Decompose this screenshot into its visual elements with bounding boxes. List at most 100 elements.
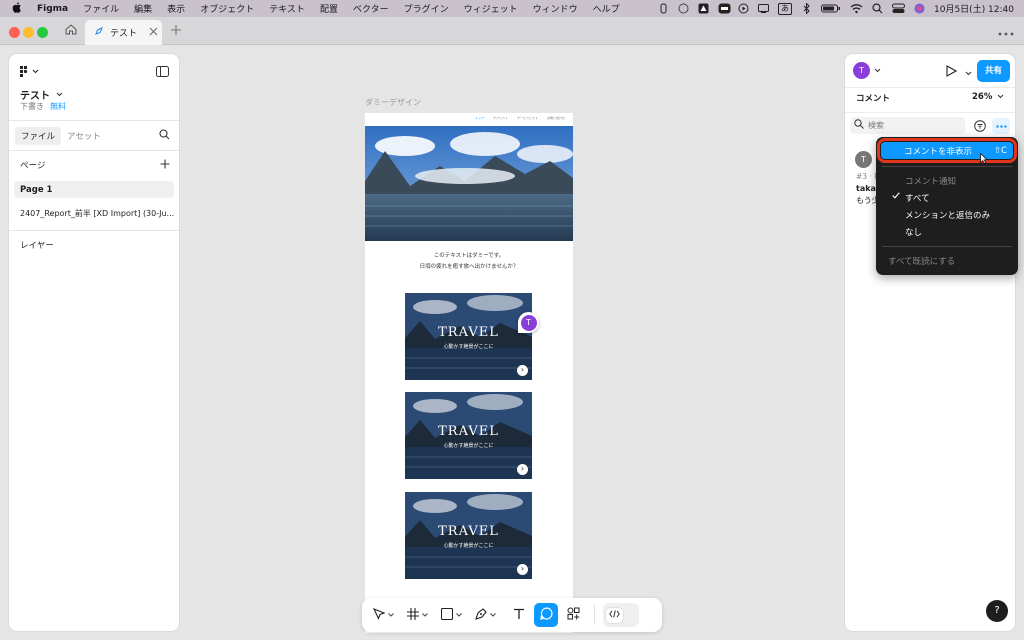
chevron-down-icon[interactable]	[965, 69, 972, 79]
card-subtitle: 心動かす絶景がここに	[443, 443, 494, 449]
search-icon[interactable]	[159, 129, 170, 143]
comment-pin[interactable]: T	[518, 312, 539, 333]
nav-item: お問い合わせ	[546, 116, 565, 120]
dev-mode-toggle[interactable]	[603, 603, 639, 627]
page-item[interactable]: 2407_Report_前半 [XD Import] (30-Ju...	[20, 208, 176, 219]
pages-header: ページ	[20, 161, 46, 171]
tab-test[interactable]: テスト	[85, 20, 162, 45]
toggle-sidebar-icon[interactable]	[156, 66, 169, 80]
add-page-icon[interactable]	[160, 159, 170, 172]
chevron-right-icon: ›	[520, 464, 525, 473]
left-panel: テスト 下書き 無料 ファイル アセット ページ Page 1 2407_Rep…	[8, 53, 180, 632]
actions-tool[interactable]	[560, 603, 586, 627]
chevron-down-icon	[56, 89, 63, 100]
figma-menu-icon[interactable]	[19, 65, 41, 80]
mark-all-read-item[interactable]: すべて既読にする	[876, 255, 1018, 267]
menu-help[interactable]: ヘルプ	[593, 2, 620, 15]
menu-vector[interactable]: ベクター	[353, 2, 389, 15]
drive-icon[interactable]	[698, 3, 709, 14]
menu-file[interactable]: ファイル	[83, 2, 119, 15]
option-label: メンションと返信のみ	[905, 211, 991, 221]
comment-pin-avatar: T	[520, 314, 537, 331]
card-arrow-button[interactable]: ›	[517, 464, 528, 475]
home-tab[interactable]	[58, 17, 84, 45]
more-options-button[interactable]	[992, 118, 1010, 134]
option-label: すべて	[905, 194, 930, 204]
window-close-button[interactable]	[9, 27, 20, 38]
screen-icon[interactable]	[758, 3, 769, 14]
pen-nib-icon	[474, 607, 487, 623]
notify-all-option[interactable]: すべて	[876, 192, 1018, 204]
play-circle-icon[interactable]	[738, 3, 749, 14]
card-arrow-button[interactable]: ›	[517, 564, 528, 575]
card-arrow-button[interactable]: ›	[517, 365, 528, 376]
notify-none-option[interactable]: なし	[876, 226, 1018, 238]
siri-icon[interactable]	[914, 3, 925, 14]
menu-plugins[interactable]: プラグイン	[404, 2, 449, 15]
menu-bar: Figma ファイル 編集 表示 オブジェクト テキスト 配置 ベクター プラグ…	[0, 0, 1024, 17]
line-app-icon[interactable]	[718, 3, 731, 14]
tabbar-more-icon[interactable]	[998, 29, 1014, 39]
hide-comments-item[interactable]: コメントを非表示 ⇧C	[877, 138, 1017, 163]
hide-comments-label: コメントを非表示	[904, 146, 973, 157]
pen-tool[interactable]	[472, 603, 498, 627]
chevron-right-icon: ›	[520, 564, 525, 573]
bluetooth-icon[interactable]	[801, 2, 812, 15]
apple-icon[interactable]	[12, 1, 22, 16]
figma-status-icon[interactable]	[658, 3, 669, 14]
shape-tool[interactable]	[438, 603, 464, 627]
window-minimize-button[interactable]	[23, 27, 34, 38]
text-t-icon	[513, 608, 525, 623]
tab-assets[interactable]: アセット	[67, 130, 101, 142]
new-tab-icon[interactable]	[170, 24, 182, 39]
mouse-cursor-icon	[980, 152, 988, 167]
menu-view[interactable]: 表示	[167, 2, 185, 15]
tab-close-icon[interactable]	[149, 27, 158, 39]
wifi-icon[interactable]	[850, 3, 863, 14]
travel-card: TRAVEL 心動かす絶景がここに ›	[405, 293, 532, 380]
user-menu[interactable]: T	[853, 62, 881, 79]
notify-mentions-option[interactable]: メンションと返信のみ	[876, 209, 1018, 221]
components-plus-icon	[567, 607, 580, 623]
frame-tool[interactable]	[404, 603, 430, 627]
comment-tool[interactable]	[534, 603, 558, 627]
help-button[interactable]: ?	[986, 600, 1008, 622]
card-subtitle: 心動かす絶景がここに	[443, 543, 494, 549]
share-button[interactable]: 共有	[977, 60, 1010, 82]
control-center-icon[interactable]	[892, 3, 905, 14]
file-name: テスト	[20, 91, 50, 102]
comment-search[interactable]: 検索	[850, 117, 965, 134]
text-tool[interactable]	[506, 603, 532, 627]
file-title[interactable]: テスト	[20, 87, 63, 102]
battery-icon[interactable]	[821, 3, 841, 14]
search-icon	[854, 119, 864, 132]
comments-section-title: コメント	[856, 94, 891, 104]
frame-label[interactable]: ダミーデザイン	[365, 97, 421, 108]
chevron-down-icon	[387, 610, 394, 620]
menu-window[interactable]: ウィンドウ	[533, 2, 578, 15]
design-frame[interactable]: トップ サブリスト サービスリスト お問い合わせ このテキストはダミーです。 日…	[365, 113, 573, 633]
chevron-down-icon	[997, 92, 1004, 102]
menubar-clock[interactable]: 10月5日(土) 12:40	[934, 2, 1014, 15]
move-tool[interactable]	[370, 603, 396, 627]
ime-indicator[interactable]: あ	[778, 2, 792, 15]
filter-icon[interactable]	[974, 120, 986, 135]
menu-text[interactable]: テキスト	[269, 2, 305, 15]
tab-file[interactable]: ファイル	[15, 127, 62, 145]
plan-badge[interactable]: 無料	[50, 101, 66, 112]
present-play-icon[interactable]	[946, 65, 958, 80]
zoom-control[interactable]: 26%	[972, 92, 1004, 102]
menu-app-name[interactable]: Figma	[37, 4, 68, 14]
page-item-active[interactable]: Page 1	[14, 181, 174, 198]
window-zoom-button[interactable]	[37, 27, 48, 38]
chevron-down-icon	[489, 610, 496, 620]
travel-card: TRAVEL 心動かす絶景がここに ›	[405, 492, 532, 579]
menu-object[interactable]: オブジェクト	[200, 2, 254, 15]
spotlight-search-icon[interactable]	[872, 3, 883, 14]
menu-arrange[interactable]: 配置	[320, 2, 338, 15]
status-circle-icon[interactable]	[678, 3, 689, 14]
frame-hash-icon	[406, 607, 419, 623]
menu-edit[interactable]: 編集	[134, 2, 152, 15]
chevron-right-icon: ›	[520, 365, 525, 374]
menu-widgets[interactable]: ウィジェット	[464, 2, 518, 15]
